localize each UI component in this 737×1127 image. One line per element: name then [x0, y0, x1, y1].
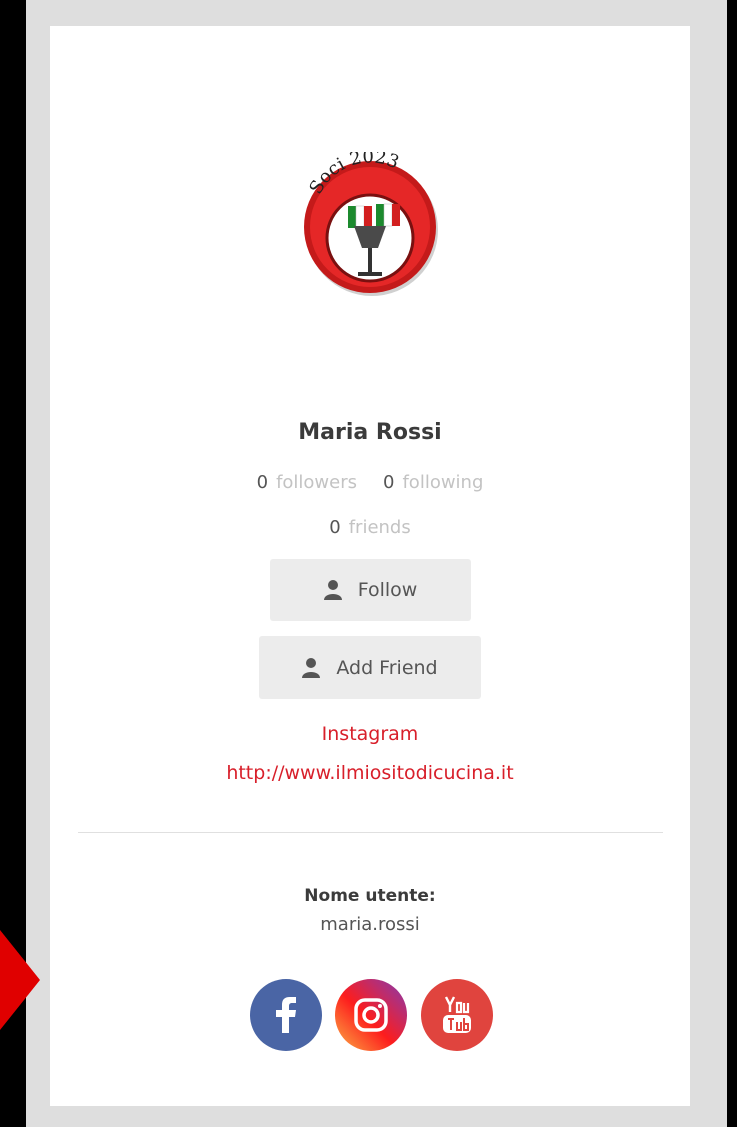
follow-button[interactable]: Follow: [270, 559, 471, 621]
following-count[interactable]: 0: [383, 472, 394, 493]
username-value: maria.rossi: [320, 914, 420, 935]
profile-avatar: Soci 2023: [304, 152, 438, 296]
username-label: Nome utente:: [304, 886, 436, 906]
followers-label[interactable]: followers: [276, 472, 357, 493]
friends-stats: 0 friends: [50, 517, 690, 538]
instagram-icon: [354, 998, 388, 1032]
instagram-button[interactable]: [335, 979, 407, 1051]
youtube-button[interactable]: [421, 979, 493, 1051]
follow-button-label: Follow: [357, 579, 418, 601]
instagram-link[interactable]: Instagram: [50, 723, 690, 745]
followers-count[interactable]: 0: [257, 472, 268, 493]
friends-count[interactable]: 0: [329, 517, 340, 538]
profile-name: Maria Rossi: [298, 420, 442, 445]
youtube-icon: [443, 996, 471, 1033]
user-icon: [302, 657, 321, 678]
divider: [78, 832, 663, 833]
friends-label[interactable]: friends: [349, 517, 411, 538]
website-link[interactable]: http://www.ilmiositodicucina.it: [50, 762, 690, 784]
add-friend-button[interactable]: Add Friend: [259, 636, 481, 699]
pointer-arrow-icon: [0, 930, 40, 1030]
add-friend-button-label: Add Friend: [336, 656, 438, 679]
facebook-icon: [276, 997, 296, 1033]
user-icon: [323, 580, 342, 600]
following-label[interactable]: following: [402, 472, 483, 493]
facebook-button[interactable]: [250, 979, 322, 1051]
follow-stats: 0 followers 0 following: [50, 472, 690, 493]
